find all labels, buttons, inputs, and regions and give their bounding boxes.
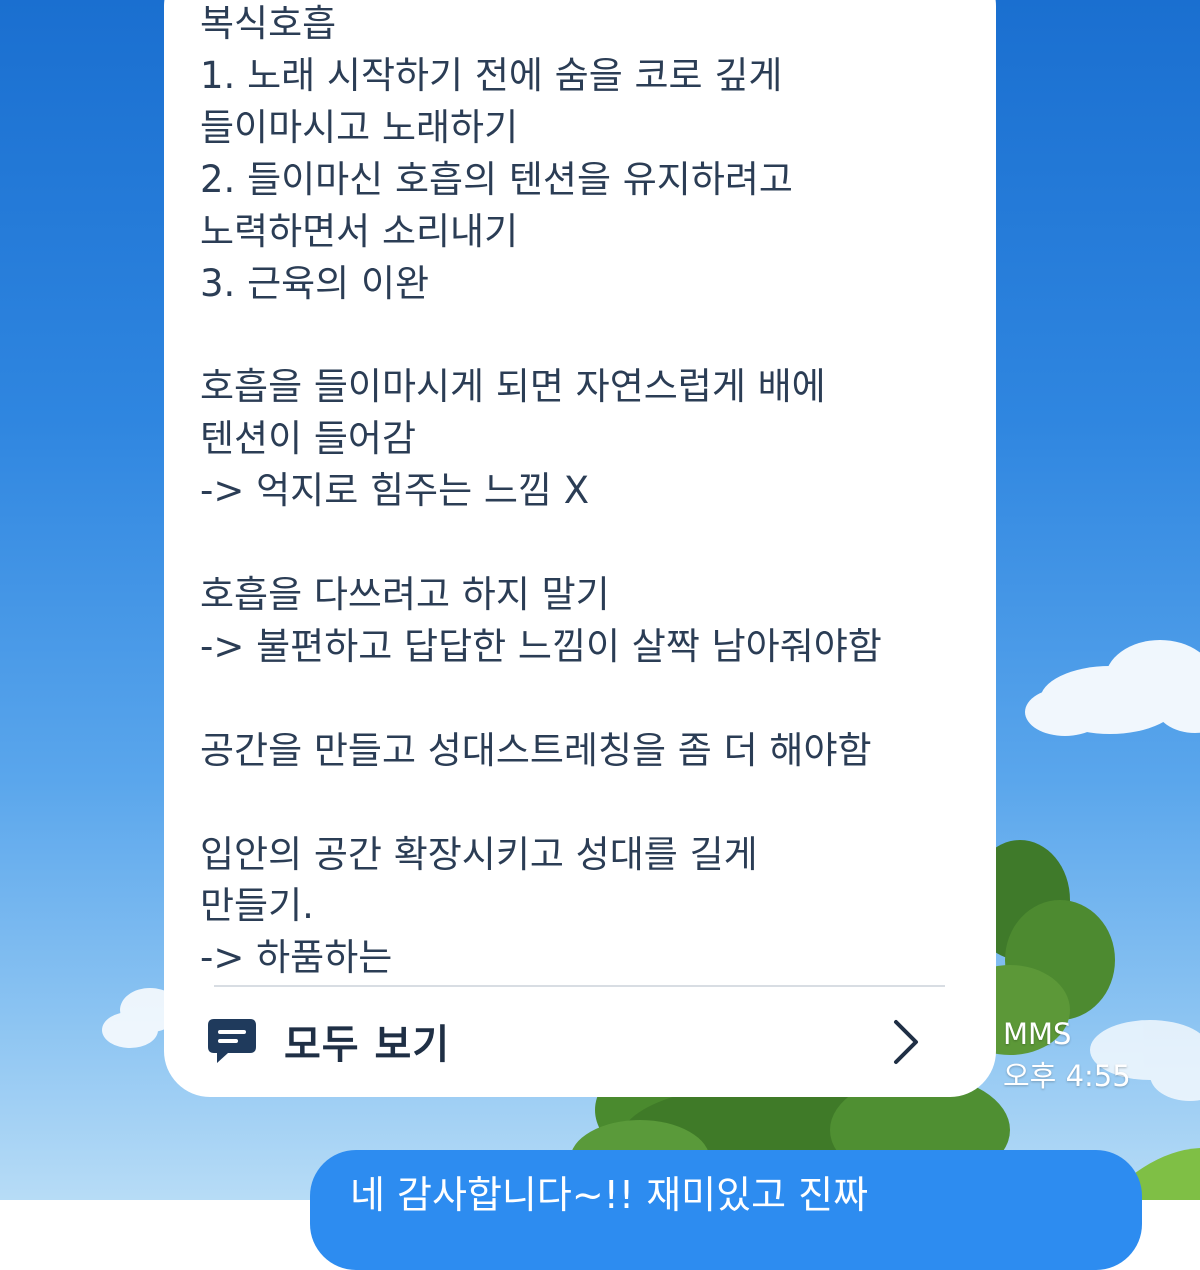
- chat-bubble-icon: [206, 1012, 264, 1070]
- view-all-label: 모두 보기: [284, 1022, 451, 1068]
- bubble-divider: [214, 985, 945, 987]
- sent-message-text: 네 감사합니다~!! 재미있고 진짜: [350, 1173, 869, 1217]
- chevron-right-icon: [886, 1018, 926, 1066]
- view-all-button[interactable]: 모두 보기: [204, 1000, 964, 1082]
- received-message-bubble[interactable]: 복식호흡 1. 노래 시작하기 전에 숨을 코로 깊게 들이마시고 노래하기 2…: [164, 0, 996, 1097]
- sent-message-bubble[interactable]: 네 감사합니다~!! 재미있고 진짜: [310, 1150, 1142, 1270]
- message-body-text: 복식호흡 1. 노래 시작하기 전에 숨을 코로 깊게 들이마시고 노래하기 2…: [200, 2, 882, 980]
- message-type-label: MMS: [1003, 1017, 1072, 1051]
- message-meta: MMS 오후 4:55: [1003, 1013, 1131, 1097]
- message-timestamp: 오후 4:55: [1003, 1059, 1131, 1093]
- cloud-right: [1025, 640, 1200, 736]
